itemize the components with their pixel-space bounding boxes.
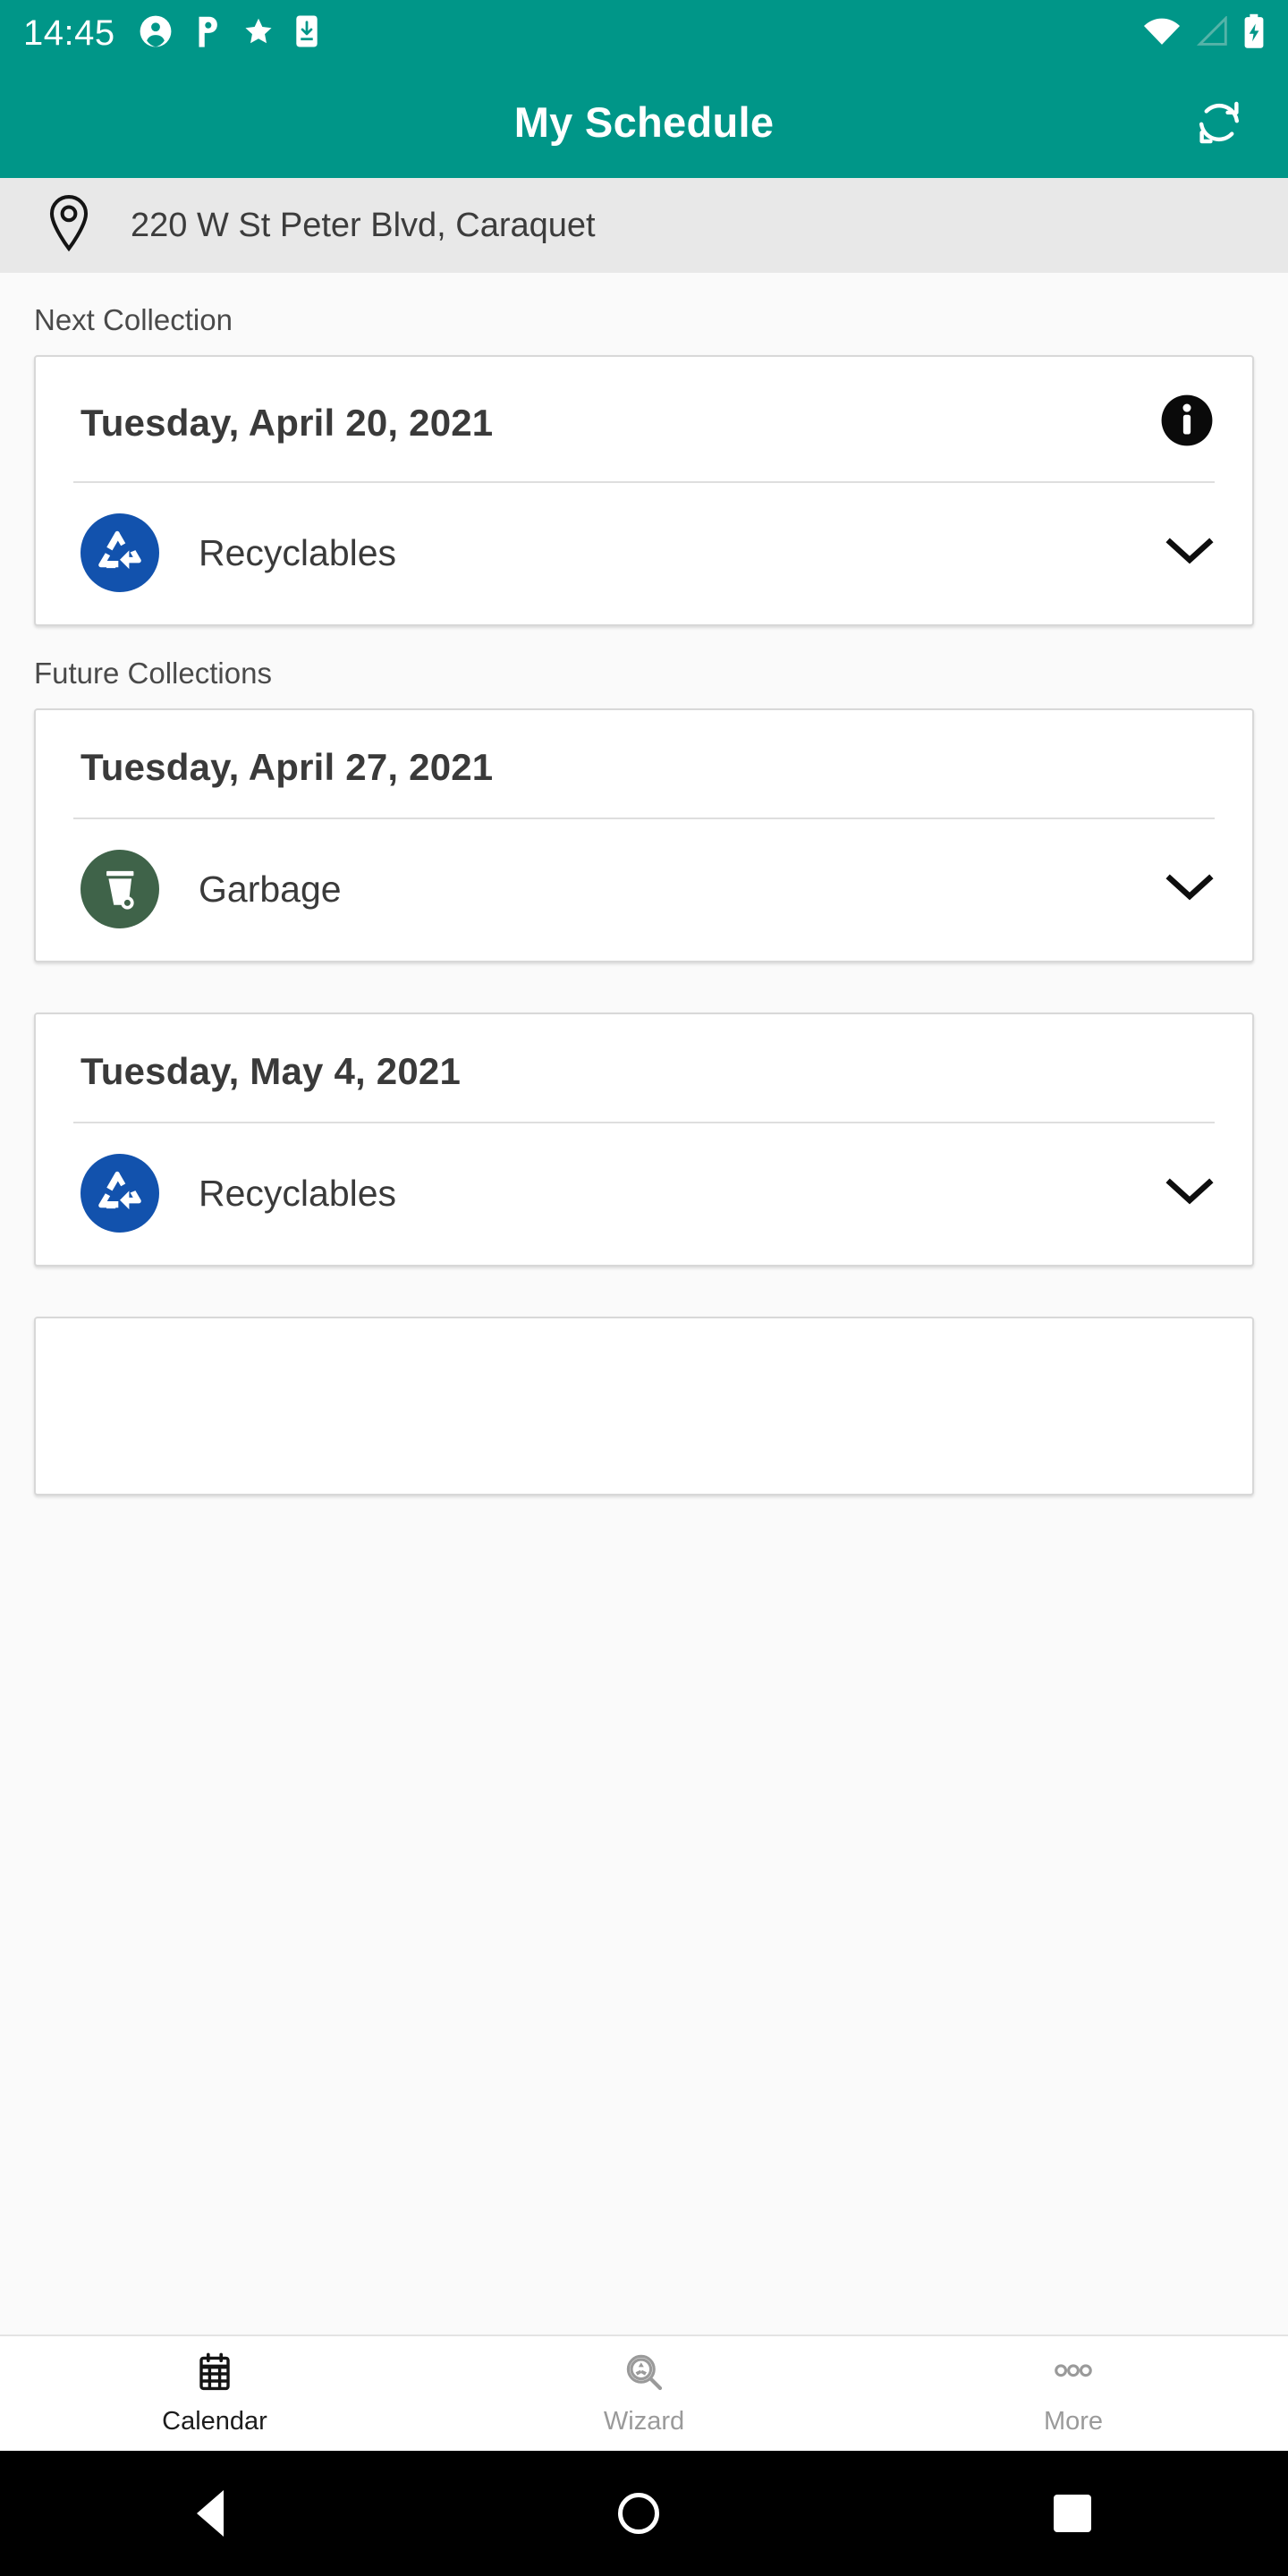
trash-bin-icon [80,850,159,928]
status-left-icons [139,14,319,53]
recycle-search-icon [623,2351,665,2398]
bottom-navigation: Calendar Wizard More [0,2334,1288,2451]
card-date-row: Tuesday, May 4, 2021 [36,1014,1252,1122]
waste-type-label: Recyclables [199,1172,397,1214]
more-dots-icon [1050,2351,1097,2398]
waste-type-label: Garbage [199,868,342,910]
page-title: My Schedule [513,98,775,146]
account-icon [139,14,173,53]
chevron-down-icon[interactable] [1165,871,1215,908]
schedule-scroll-area[interactable]: Next Collection Tuesday, April 20, 2021 [0,273,1288,2334]
back-triangle-icon[interactable] [197,2490,225,2537]
home-circle-icon[interactable] [617,2493,659,2534]
p-app-icon [192,14,223,53]
card-date-row: Tuesday, April 27, 2021 [36,710,1252,818]
recents-square-icon[interactable] [1053,2495,1091,2532]
waste-type-row[interactable]: Garbage [36,819,1252,961]
calendar-icon [193,2351,236,2398]
android-navigation-bar [0,2451,1288,2576]
future-collection-card[interactable]: Tuesday, April 27, 2021 Garbage [34,708,1254,962]
address-bar[interactable]: 220 W St Peter Blvd, Caraquet [0,178,1288,273]
nav-label-more: More [1043,2407,1104,2436]
address-label: 220 W St Peter Blvd, Caraquet [131,206,596,244]
nav-label-wizard: Wizard [603,2407,685,2436]
waste-type-row[interactable]: Recyclables [36,483,1252,624]
card-gap [0,1267,1288,1317]
recycle-icon [80,1154,159,1233]
card-date-row: Tuesday, April 20, 2021 [36,357,1252,481]
chevron-down-icon[interactable] [1165,1175,1215,1212]
next-collection-section-label: Next Collection [34,303,233,336]
waste-type-row[interactable]: Recyclables [36,1123,1252,1265]
download-icon [294,14,319,53]
nav-label-calendar: Calendar [162,2407,267,2436]
app-screen: 14:45 My Schedule 220 W St Peter Blvd, C… [0,0,1288,2576]
location-pin-icon [45,194,93,258]
recycle-icon [80,513,159,592]
status-right-icons [1143,13,1265,54]
cellular-signal-icon [1195,14,1229,51]
status-bar: 14:45 [0,0,1288,66]
collection-date: Tuesday, May 4, 2021 [80,1050,462,1092]
status-clock: 14:45 [23,13,115,53]
nav-tab-more[interactable]: More [859,2351,1288,2436]
collection-date: Tuesday, April 27, 2021 [80,746,494,788]
future-collections-section-label: Future Collections [34,657,272,690]
card-gap [0,962,1288,1013]
battery-charging-icon [1243,13,1265,54]
nav-tab-wizard[interactable]: Wizard [429,2351,859,2436]
star-icon [242,15,275,52]
wifi-icon [1143,16,1181,51]
app-bar: My Schedule [0,66,1288,178]
next-collection-card[interactable]: Tuesday, April 20, 2021 Recyclables [34,355,1254,626]
collection-date: Tuesday, April 20, 2021 [80,401,494,444]
refresh-icon[interactable] [1190,93,1249,152]
nav-tab-calendar[interactable]: Calendar [0,2351,429,2436]
chevron-down-icon[interactable] [1165,535,1215,572]
future-collection-card-partial[interactable] [34,1317,1254,1496]
future-collection-card[interactable]: Tuesday, May 4, 2021 Recyclables [34,1013,1254,1267]
waste-type-label: Recyclables [199,531,397,573]
info-icon[interactable] [1159,393,1215,453]
